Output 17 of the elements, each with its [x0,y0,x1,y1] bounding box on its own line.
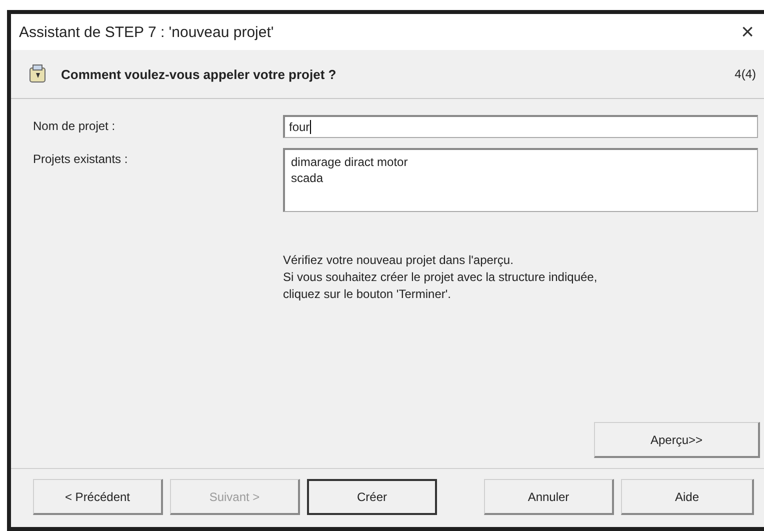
project-item[interactable]: scada [291,170,751,186]
wizard-button[interactable]: < Précédent [33,479,163,515]
field-label: Projets existants : [33,151,129,168]
window-title: Assistant de STEP 7 : 'nouveau projet' [19,24,274,40]
wizard-button[interactable]: Aide [621,479,754,515]
project-name-field[interactable]: four [283,115,758,138]
info-text: cliquez sur le bouton 'Terminer'. [283,286,452,303]
step-counter: 4(4) [734,67,756,81]
field-label: Nom de projet : [33,118,116,135]
info-text: Vérifiez votre nouveau projet dans l'aperçu. [283,252,514,269]
wizard-button[interactable]: Créer [307,479,437,515]
info-text: Si vous souhaitez créer le projet avec la structure indiquée, [283,269,598,286]
project-item[interactable]: dimarage diract motor [291,154,751,170]
preview-button[interactable]: Aperçu>> [594,422,760,458]
wizard-button[interactable]: Annuler [484,479,614,515]
step-question: Comment voulez-vous appeler votre projet ? [61,66,338,82]
close-button[interactable]: × [741,19,754,45]
